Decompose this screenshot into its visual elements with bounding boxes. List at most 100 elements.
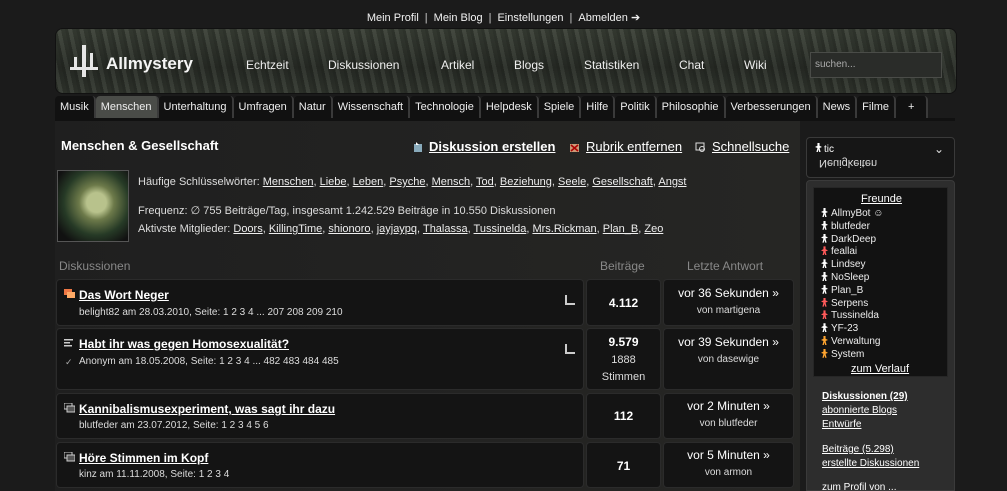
keyword-link[interactable]: Beziehung	[500, 176, 552, 188]
settings-link[interactable]: Einstellungen	[497, 12, 563, 24]
posts-link[interactable]: Beiträge (5.298)	[822, 444, 894, 455]
remove-category-link[interactable]: Rubrik entfernen	[586, 139, 682, 154]
friend-item[interactable]: System	[821, 348, 864, 360]
last-reply-time[interactable]: vor 2 Minuten »	[664, 399, 793, 413]
member-link[interactable]: Zeo	[644, 223, 663, 235]
keyword-link[interactable]: Seele	[558, 176, 586, 188]
friend-name[interactable]: NoSleep	[831, 272, 869, 283]
subscribed-blogs-link[interactable]: abonnierte Blogs	[822, 405, 897, 416]
friend-item[interactable]: feallai	[821, 246, 857, 257]
friend-item[interactable]: Serpens	[821, 297, 868, 309]
friend-name[interactable]: Serpens	[831, 298, 868, 309]
member-link[interactable]: shionoro	[328, 223, 370, 235]
friend-name[interactable]: Verwaltung	[831, 336, 880, 347]
jump-to-end-icon[interactable]	[565, 295, 575, 305]
nav-chat[interactable]: Chat	[679, 58, 704, 72]
member-link[interactable]: Doors	[233, 223, 262, 235]
last-reply-cell[interactable]: vor 36 Sekunden » von martigena	[663, 279, 794, 326]
nav-wiki[interactable]: Wiki	[744, 58, 767, 72]
site-logo-text[interactable]: Allmystery	[106, 54, 193, 74]
tab-news[interactable]: News	[817, 96, 858, 119]
search-input[interactable]: suchen...	[810, 52, 942, 78]
tab-unterhaltung[interactable]: Unterhaltung	[158, 96, 234, 119]
friend-item[interactable]: DarkDeep	[821, 233, 876, 245]
friend-name[interactable]: Tussinelda	[831, 310, 879, 321]
allmystery-logo-icon[interactable]	[70, 45, 98, 77]
keyword-link[interactable]: Leben	[353, 176, 384, 188]
last-reply-time[interactable]: vor 5 Minuten »	[664, 448, 793, 462]
logout-link[interactable]: Abmelden ➔	[578, 12, 640, 24]
friend-item[interactable]: Tussinelda	[821, 310, 879, 321]
my-blog-link[interactable]: Mein Blog	[434, 12, 483, 24]
friend-name[interactable]: System	[831, 349, 864, 360]
friend-name[interactable]: feallai	[831, 246, 857, 257]
user-name[interactable]: tic	[815, 143, 834, 155]
friend-name[interactable]: blutfeder	[831, 221, 870, 232]
keyword-link[interactable]: Psyche	[389, 176, 425, 188]
friend-item[interactable]: Plan_B	[821, 284, 863, 296]
keyword-link[interactable]: Liebe	[320, 176, 347, 188]
tab-umfragen[interactable]: Umfragen	[233, 96, 294, 119]
member-link[interactable]: Thalassa	[423, 223, 468, 235]
tab-add[interactable]: +	[896, 96, 929, 119]
keyword-link[interactable]: Gesellschaft	[592, 176, 653, 188]
member-link[interactable]: KillingTime	[269, 223, 322, 235]
tab-helpdesk[interactable]: Helpdesk	[480, 96, 539, 119]
friend-item[interactable]: Verwaltung	[821, 336, 880, 347]
tab-musik[interactable]: Musik	[55, 96, 96, 119]
friend-name[interactable]: YF-23	[831, 323, 858, 334]
friend-item[interactable]: NoSleep	[821, 272, 869, 283]
quicksearch-link[interactable]: Schnellsuche	[712, 139, 789, 154]
last-reply-time[interactable]: vor 39 Sekunden »	[664, 335, 793, 349]
profile-link[interactable]: zum Profil von ...	[822, 482, 896, 491]
member-link[interactable]: jayjaypq	[377, 223, 417, 235]
tab-politik[interactable]: Politik	[615, 96, 657, 119]
tab-technologie[interactable]: Technologie	[410, 96, 481, 119]
friend-item[interactable]: blutfeder	[821, 220, 870, 232]
tab-natur[interactable]: Natur	[293, 96, 333, 119]
tab-filme[interactable]: Filme	[857, 96, 897, 119]
last-reply-cell[interactable]: vor 2 Minuten » von blutfeder	[663, 393, 794, 439]
created-discussions-link[interactable]: erstellte Diskussionen	[822, 458, 919, 469]
keyword-link[interactable]: Menschen	[263, 176, 314, 188]
friend-name[interactable]: DarkDeep	[831, 234, 876, 245]
friends-title-link[interactable]: Freunde	[807, 193, 956, 205]
tab-hilfe[interactable]: Hilfe	[581, 96, 616, 119]
friend-item[interactable]: YF-23	[821, 323, 858, 334]
thread-title-link[interactable]: Habt ihr was gegen Homosexualität?	[79, 337, 289, 351]
friend-item[interactable]: Lindsey	[821, 259, 865, 270]
thread-title-link[interactable]: Höre Stimmen im Kopf	[79, 451, 208, 465]
jump-to-end-icon[interactable]	[565, 344, 575, 354]
tab-wissenschaft[interactable]: Wissenschaft	[332, 96, 411, 119]
tab-menschen[interactable]: Menschen	[95, 96, 159, 119]
last-reply-cell[interactable]: vor 39 Sekunden » von dasewige	[663, 328, 794, 390]
friend-name[interactable]: Lindsey	[831, 259, 865, 270]
nav-artikel[interactable]: Artikel	[441, 58, 474, 72]
member-link[interactable]: Plan_B	[603, 223, 638, 235]
nav-statistiken[interactable]: Statistiken	[584, 58, 639, 72]
member-link[interactable]: Tussinelda	[474, 223, 527, 235]
last-reply-cell[interactable]: vor 5 Minuten » von armon	[663, 442, 794, 488]
keyword-link[interactable]: Angst	[658, 176, 686, 188]
thread-title-link[interactable]: Kannibalismusexperiment, was sagt ihr da…	[79, 402, 335, 416]
keyword-link[interactable]: Tod	[476, 176, 494, 188]
friend-name[interactable]: Plan_B	[831, 285, 863, 296]
friend-name[interactable]: AllmyBot ☺	[831, 208, 883, 219]
history-link[interactable]: zum Verlauf	[851, 363, 909, 375]
chevron-down-icon[interactable]: ⌄	[934, 142, 944, 156]
keyword-link[interactable]: Mensch	[432, 176, 471, 188]
tab-philosophie[interactable]: Philosophie	[656, 96, 726, 119]
discussions-link[interactable]: Diskussionen (29)	[822, 391, 908, 402]
drafts-link[interactable]: Entwürfe	[822, 419, 861, 430]
thread-title-link[interactable]: Das Wort Neger	[79, 288, 169, 302]
tab-spiele[interactable]: Spiele	[538, 96, 582, 119]
member-link[interactable]: Mrs.Rickman	[532, 223, 596, 235]
create-discussion-link[interactable]: Diskussion erstellen	[429, 139, 555, 154]
tab-verbesserungen[interactable]: Verbesserungen	[725, 96, 818, 119]
friend-item[interactable]: AllmyBot ☺	[821, 208, 883, 219]
nav-diskussionen[interactable]: Diskussionen	[328, 58, 399, 72]
my-profile-link[interactable]: Mein Profil	[367, 12, 419, 24]
nav-blogs[interactable]: Blogs	[514, 58, 544, 72]
last-reply-time[interactable]: vor 36 Sekunden »	[664, 286, 793, 300]
nav-echtzeit[interactable]: Echtzeit	[246, 58, 289, 72]
